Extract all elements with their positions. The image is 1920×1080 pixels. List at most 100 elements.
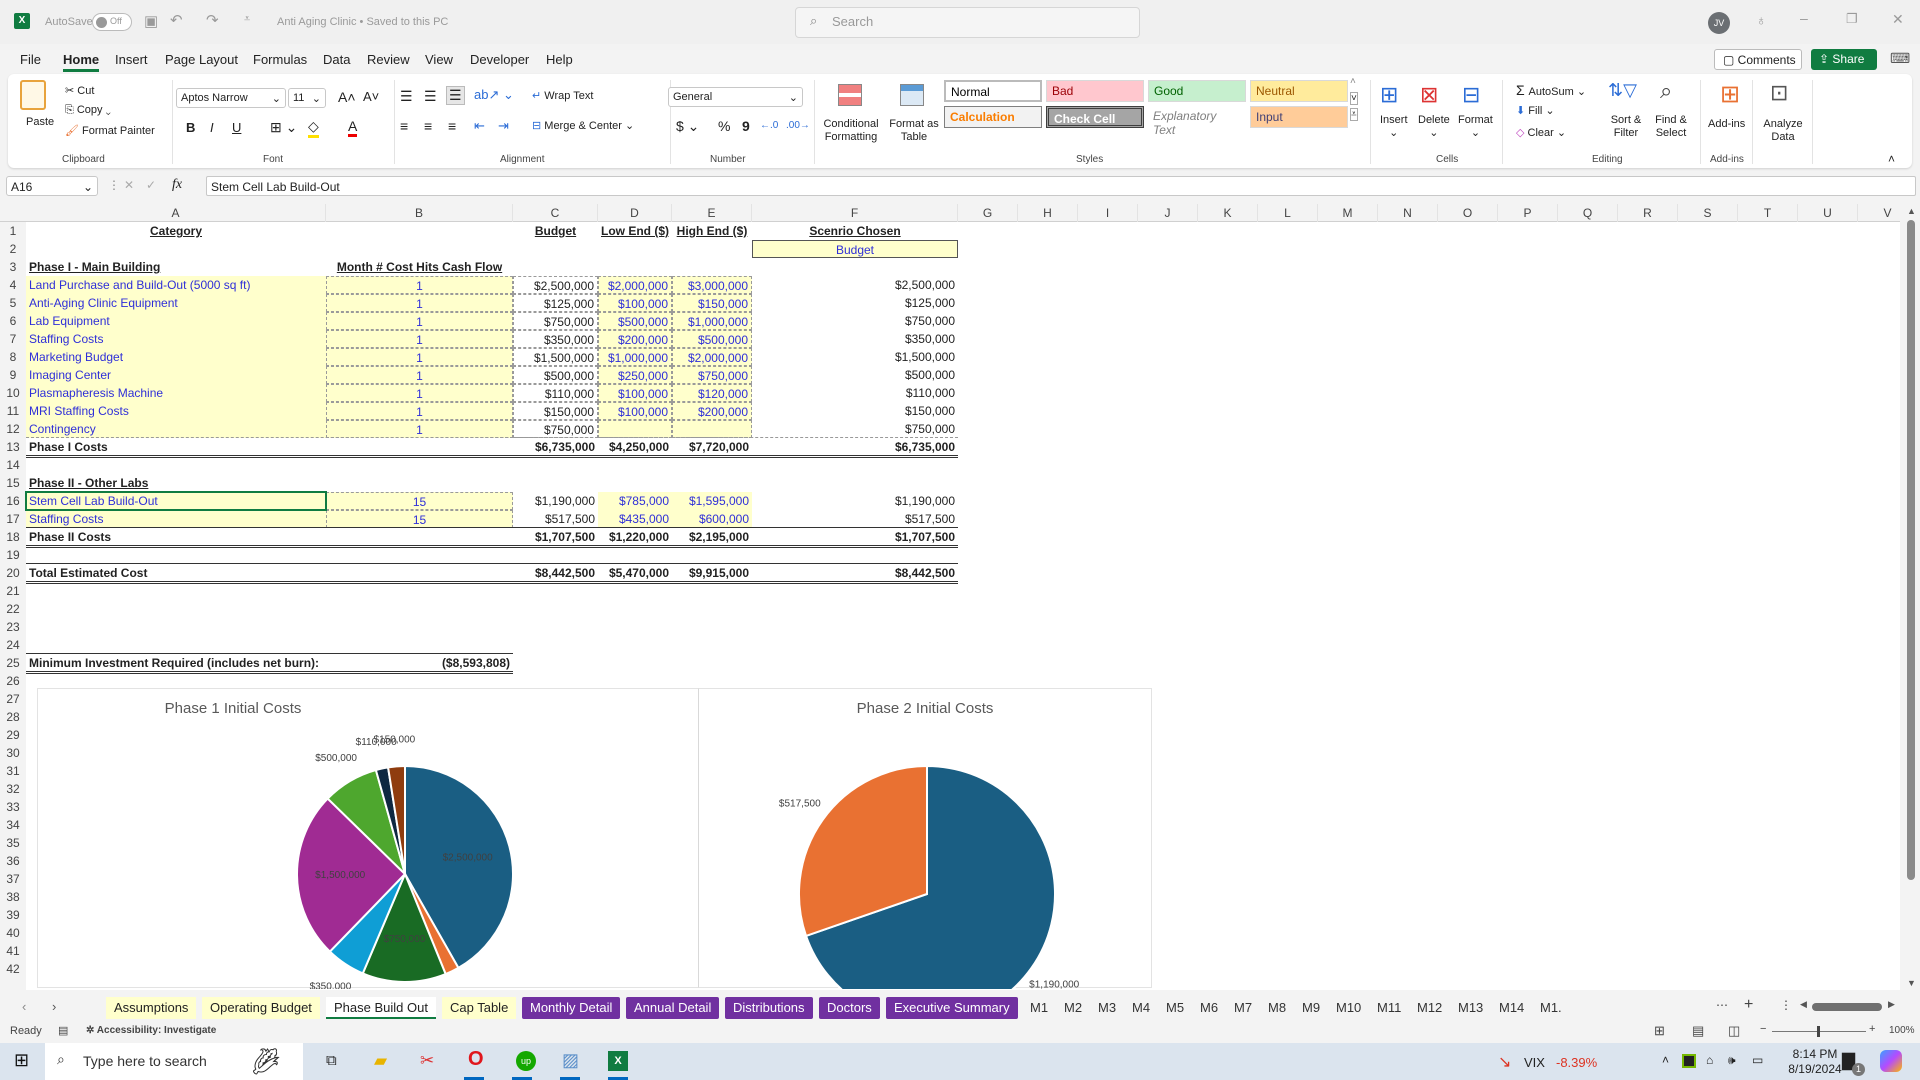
row-header-21[interactable]: 21 [0,582,26,600]
fill-color-icon[interactable]: ◇ [308,118,319,138]
align-center-icon[interactable]: ≡ [424,118,432,134]
sheet-tab-doctors[interactable]: Doctors [819,997,880,1019]
line-item-month[interactable]: 15 [326,510,513,528]
phase1-total-budget[interactable]: $6,735,000 [513,438,598,456]
fill-button[interactable]: ⬇ Fill ⌄ [1516,104,1555,117]
bold-button[interactable]: B [186,120,195,135]
file-explorer-icon[interactable]: ▰ [374,1051,387,1071]
line-item-budget[interactable]: $1,190,000 [513,492,598,510]
line-item-chosen[interactable]: $125,000 [752,294,958,312]
line-item-low[interactable]: $785,000 [598,492,672,510]
line-item-chosen[interactable]: $150,000 [752,402,958,420]
conditional-formatting-button[interactable]: Conditional Formatting [820,118,882,144]
vix-label[interactable]: VIX [1524,1055,1545,1070]
vertical-scroll-thumb[interactable] [1907,220,1915,880]
menu-review[interactable]: Review [367,52,410,67]
top-align-icon[interactable]: ☰ [400,88,413,105]
line-item-high[interactable]: $120,000 [672,384,752,402]
font-size-select[interactable]: 11 ⌄ [288,88,326,108]
cancel-icon[interactable]: ✕ [124,178,134,192]
menu-developer[interactable]: Developer [470,52,529,67]
italic-button[interactable]: I [210,120,214,135]
line-item-month[interactable]: 1 [326,420,513,438]
menu-formulas[interactable]: Formulas [253,52,307,67]
line-item-low[interactable] [598,420,672,438]
cut-button[interactable]: ✂ Cut [65,84,94,97]
row-header-26[interactable]: 26 [0,672,26,690]
line-item-month[interactable]: 1 [326,276,513,294]
line-item-chosen[interactable]: $1,500,000 [752,348,958,366]
column-header-b[interactable]: B [326,204,513,222]
normal-view-icon[interactable]: ⊞ [1654,1023,1665,1039]
taskbar-search[interactable]: ⌕ Type here to search 🌽︎ [45,1043,303,1080]
paste-icon[interactable] [20,80,46,110]
column-header-m[interactable]: M [1318,204,1378,222]
row-header-9[interactable]: 9 [0,366,26,384]
addins-button[interactable]: Add-ins [1708,118,1745,130]
underline-button[interactable]: U [232,120,241,135]
macro-icon[interactable]: ▤ [58,1024,68,1037]
phase1-total-low[interactable]: $4,250,000 [598,438,672,456]
sheet-tab-m14[interactable]: M14 [1493,997,1530,1019]
line-item-budget[interactable]: $350,000 [513,330,598,348]
cell-style-input[interactable]: Input [1250,106,1348,128]
row-header-6[interactable]: 6 [0,312,26,330]
column-header-e[interactable]: E [672,204,752,222]
sheet-tab-operating-budget[interactable]: Operating Budget [202,997,320,1019]
sheet-tab-monthly-detail[interactable]: Monthly Detail [522,997,621,1019]
line-item-name[interactable]: Staffing Costs [26,330,326,348]
line-item-budget[interactable]: $2,500,000 [513,276,598,294]
column-header-h[interactable]: H [1018,204,1078,222]
sheet-tab-m1-[interactable]: M1. [1534,997,1568,1019]
line-item-high[interactable]: $150,000 [672,294,752,312]
formula-input[interactable]: Stem Cell Lab Build-Out [206,176,1916,196]
sheet-tab-m13[interactable]: M13 [1452,997,1489,1019]
column-header-p[interactable]: P [1498,204,1558,222]
wrap-text-button[interactable]: ↵ Wrap Text [532,89,593,102]
vertical-scrollbar[interactable]: ▲ ▼ [1904,204,1918,990]
scenario-select[interactable]: Budget [752,240,958,258]
comma-button[interactable]: 9 [742,118,750,134]
row-header-3[interactable]: 3 [0,258,26,276]
line-item-high[interactable] [672,420,752,438]
redo-icon[interactable]: ↷ [206,11,219,29]
merge-center-button[interactable]: ⊟ Merge & Center ⌄ [532,119,634,132]
sheet-tab-m1[interactable]: M1 [1024,997,1054,1019]
sheet-tab-m9[interactable]: M9 [1296,997,1326,1019]
document-title[interactable]: Anti Aging Clinic • Saved to this PC [277,16,448,28]
name-box[interactable]: A16 ⌄ [6,176,98,196]
phase1-total-chosen[interactable]: $6,735,000 [752,438,958,456]
row-header-18[interactable]: 18 [0,528,26,546]
min-investment-label[interactable]: Minimum Investment Required (includes ne… [26,654,326,672]
high-end-header[interactable]: High End ($) [672,222,752,240]
row-header-19[interactable]: 19 [0,546,26,564]
insert-function-button[interactable]: fx [172,177,182,193]
decrease-indent-icon[interactable]: ⇤ [474,118,485,134]
line-item-low[interactable]: $200,000 [598,330,672,348]
line-item-high[interactable]: $3,000,000 [672,276,752,294]
column-header-o[interactable]: O [1438,204,1498,222]
accessibility-status[interactable]: ✲ Accessibility: Investigate [86,1025,216,1036]
row-header-17[interactable]: 17 [0,510,26,528]
opera-icon[interactable]: O [468,1048,484,1071]
grand-total-budget[interactable]: $8,442,500 [513,564,598,582]
line-item-high[interactable]: $600,000 [672,510,752,528]
search-box[interactable]: ⌕ Search [795,7,1140,38]
line-item-name[interactable]: Marketing Budget [26,348,326,366]
line-item-high[interactable]: $200,000 [672,402,752,420]
phase2-total-low[interactable]: $1,220,000 [598,528,672,546]
min-investment-value[interactable]: ($8,593,808) [326,654,513,672]
middle-align-icon[interactable]: ☰ [424,88,437,105]
row-header-37[interactable]: 37 [0,870,26,888]
line-item-budget[interactable]: $500,000 [513,366,598,384]
cell-style-normal[interactable]: Normal [944,80,1042,102]
zoom-out-icon[interactable]: − [1760,1023,1766,1035]
more-sheets-icon[interactable]: ⋯ [1716,998,1728,1012]
phase2-chart[interactable]: Phase 2 Initial Costs $1,190,000 $517,500 [698,688,1152,989]
sheet-tab-m5[interactable]: M5 [1160,997,1190,1019]
close-icon[interactable]: ✕ [1892,11,1904,28]
undo-icon[interactable]: ↶ [170,11,183,29]
row-header-34[interactable]: 34 [0,816,26,834]
menu-view[interactable]: View [425,52,453,67]
tab-options-icon[interactable]: ⋮ [1780,998,1792,1012]
